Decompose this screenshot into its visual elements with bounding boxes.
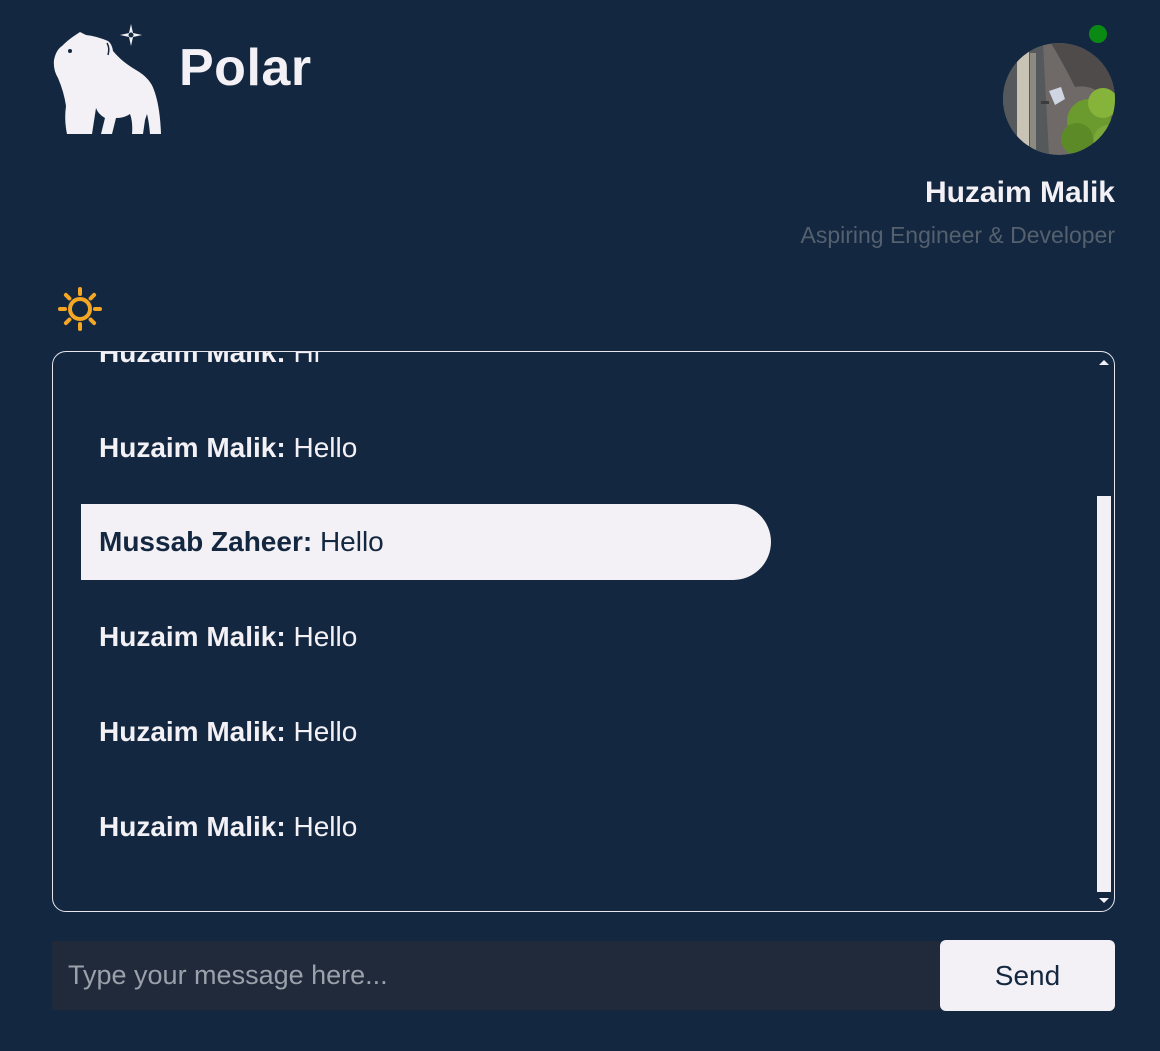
user-title: Aspiring Engineer & Developer <box>800 222 1115 248</box>
online-status-indicator <box>1089 25 1107 43</box>
brand-name: Polar <box>179 39 312 97</box>
scroll-up-arrow-icon[interactable] <box>1099 360 1109 365</box>
message-text: Hi <box>285 351 320 368</box>
message-sender: Huzaim Malik: <box>99 621 286 652</box>
theme-toggle-button[interactable] <box>58 287 102 331</box>
scrollbar[interactable] <box>1096 352 1114 911</box>
message-sender: Huzaim Malik: <box>99 432 286 463</box>
chat-messages-panel[interactable]: Huzaim Malik: Hi Huzaim Malik: Hello Mus… <box>52 351 1115 912</box>
user-name: Huzaim Malik <box>924 176 1115 209</box>
message-text: Hello <box>285 811 358 842</box>
scroll-down-arrow-icon[interactable] <box>1099 898 1109 903</box>
list-item: Huzaim Malik: Hello <box>81 789 771 865</box>
message-sender: Huzaim Malik: <box>99 716 286 747</box>
message-text: Hello <box>285 621 358 652</box>
list-item: Mussab Zaheer: Hello <box>81 504 771 580</box>
message-sender: Huzaim Malik: <box>99 811 286 842</box>
list-item: Huzaim Malik: Hello <box>81 599 771 675</box>
user-profile: Huzaim Malik Aspiring Engineer & Develop… <box>715 24 1115 264</box>
list-item: Huzaim Malik: Hi <box>81 351 771 391</box>
message-text: Hello <box>285 716 358 747</box>
message-list: Huzaim Malik: Hi Huzaim Malik: Hello Mus… <box>53 352 1093 911</box>
list-item: Huzaim Malik: Hello <box>81 410 771 486</box>
avatar[interactable] <box>1003 43 1115 155</box>
message-composer: Send <box>52 940 1115 1011</box>
message-sender: Mussab Zaheer: <box>99 526 313 557</box>
scrollbar-thumb[interactable] <box>1097 496 1111 892</box>
message-text: Hello <box>312 526 384 557</box>
polar-bear-icon <box>50 22 168 138</box>
list-item: Huzaim Malik: Hello <box>81 694 771 770</box>
message-text: Hello <box>285 432 358 463</box>
send-button[interactable]: Send <box>940 940 1115 1011</box>
message-sender: Huzaim Malik: <box>99 351 286 368</box>
chat-page: Polar Huzaim Malik Aspiring Engineer & D… <box>0 0 1160 1051</box>
message-input[interactable] <box>52 941 940 1010</box>
sparkle-icon <box>120 24 142 46</box>
sun-icon <box>58 287 102 331</box>
